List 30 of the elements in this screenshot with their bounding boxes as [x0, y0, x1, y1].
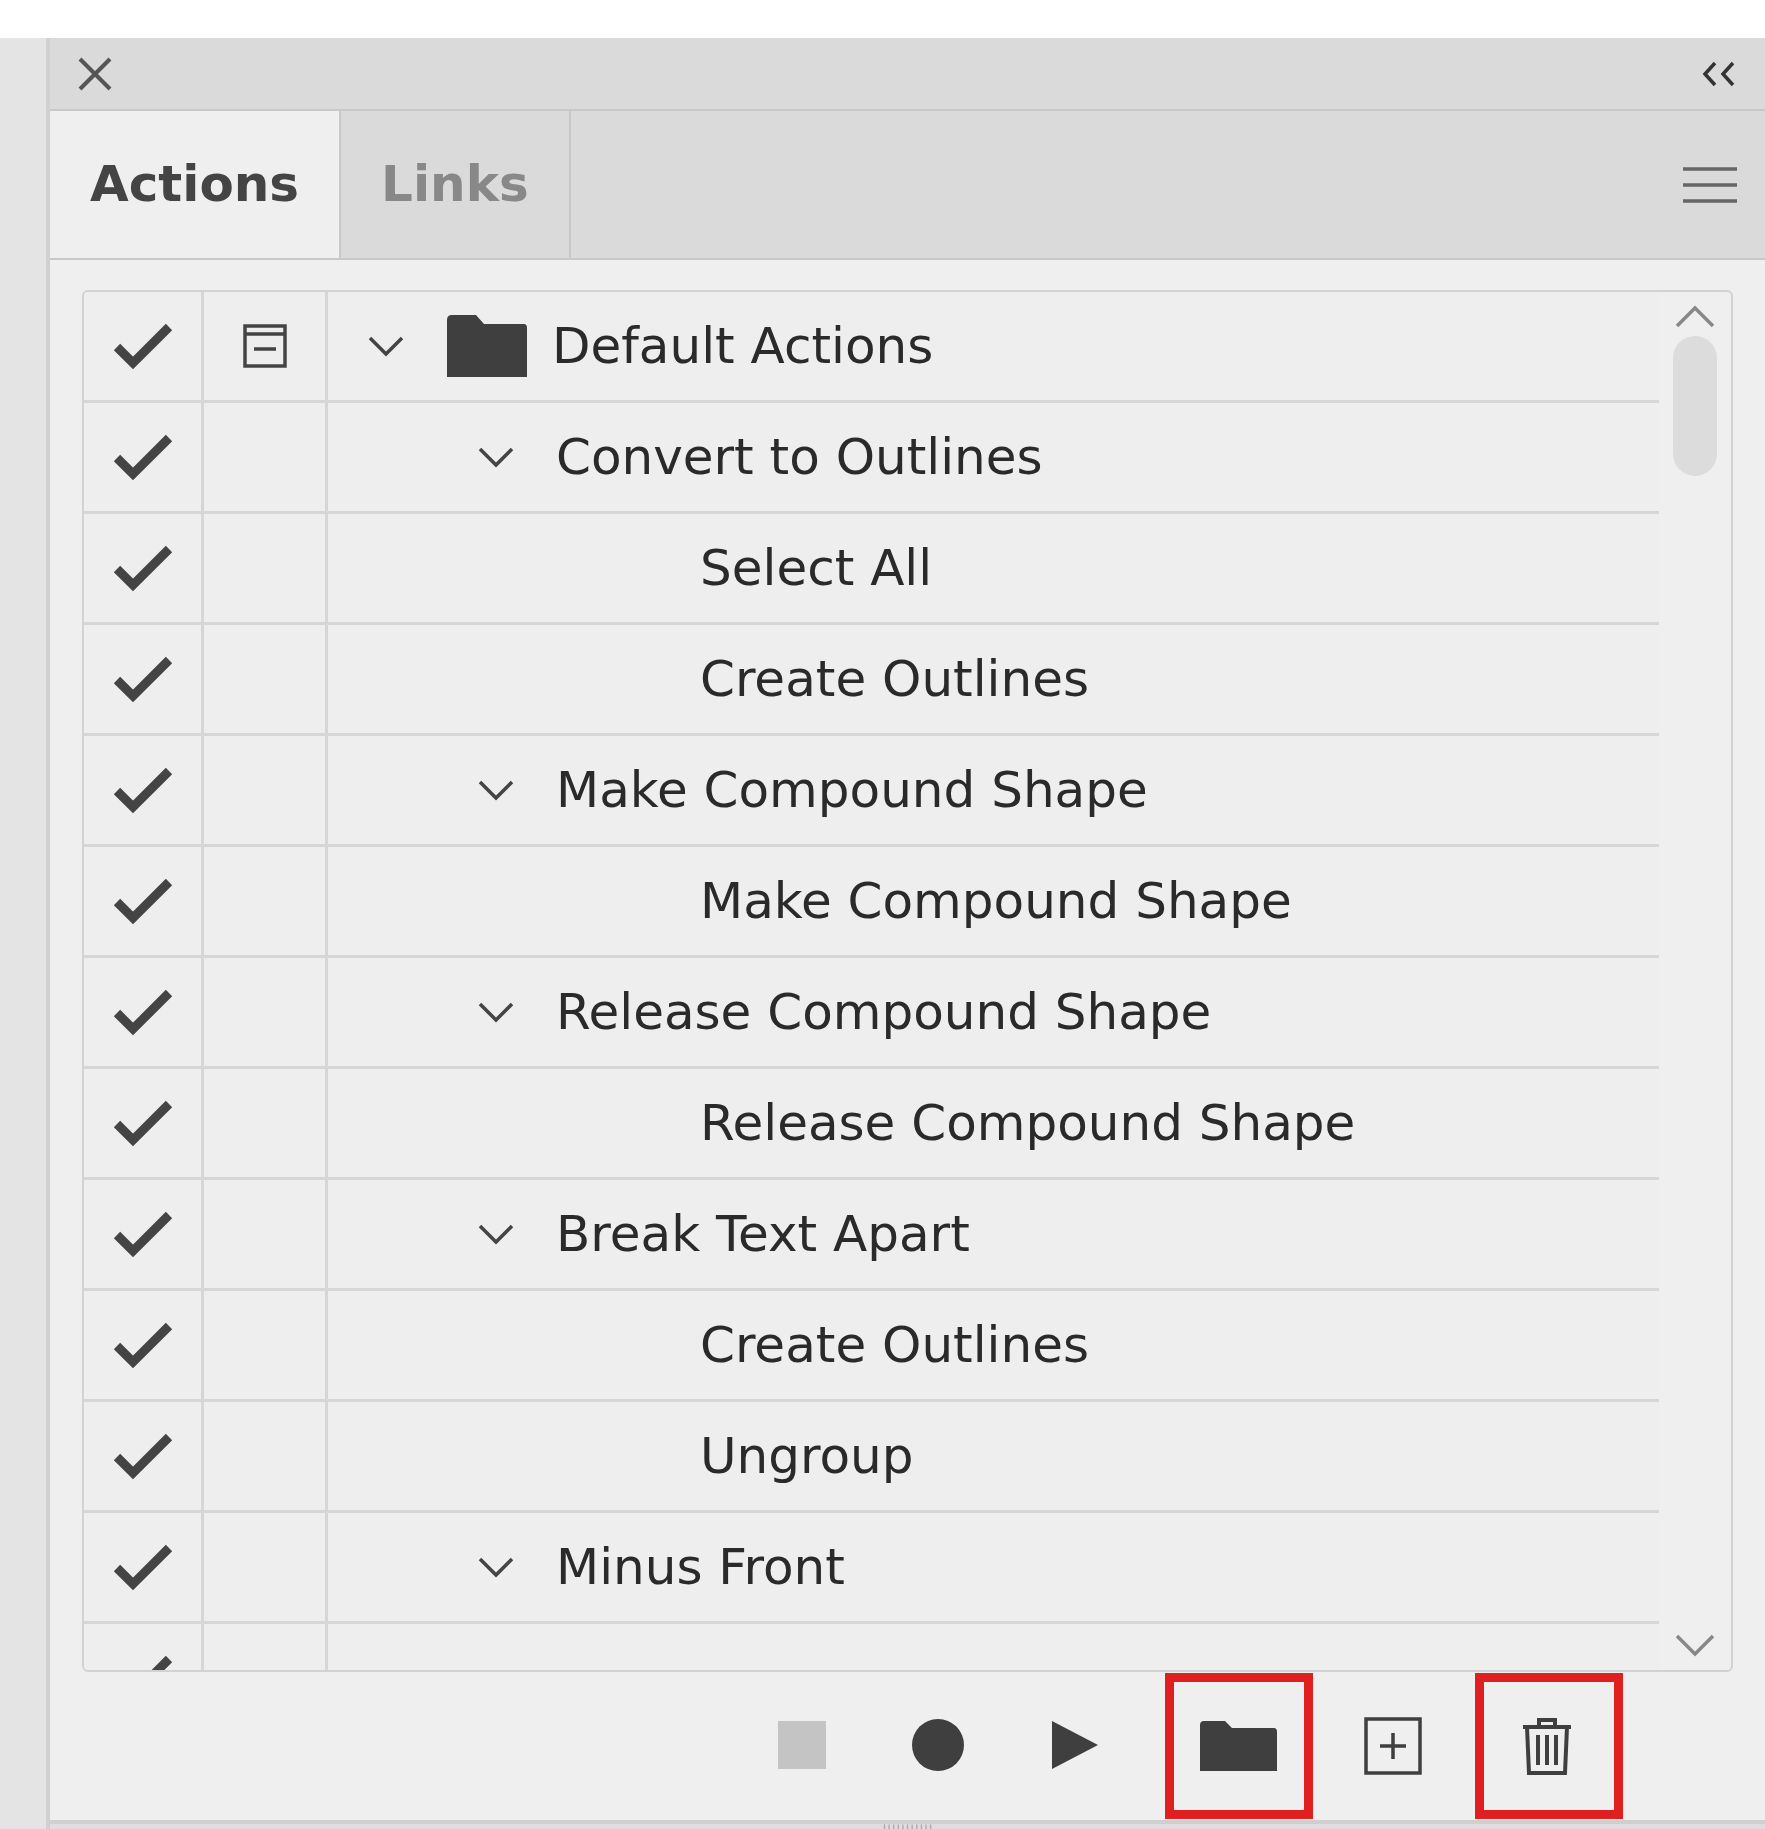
check-icon[interactable] [112, 1431, 173, 1481]
toolbar-button[interactable] [1165, 1673, 1313, 1819]
action-label[interactable]: Select All [700, 530, 933, 606]
check-icon[interactable] [112, 876, 173, 926]
action-label[interactable]: Create Outlines [700, 641, 1089, 717]
action-label[interactable]: Default Actions [552, 308, 934, 384]
check-icon[interactable] [112, 987, 173, 1037]
action-label[interactable]: Create Outlines [700, 1307, 1089, 1383]
action-label[interactable]: Ungroup [700, 1418, 914, 1494]
action-label[interactable]: Minus Front [556, 1529, 845, 1605]
check-icon[interactable] [112, 543, 173, 593]
action-label[interactable]: Release Compound Shape [700, 1085, 1356, 1161]
dialog-toggle-icon[interactable] [241, 323, 288, 369]
action-label[interactable]: Release Compound Shape [556, 974, 1212, 1050]
check-icon[interactable] [112, 1320, 173, 1370]
check-icon[interactable] [112, 321, 173, 371]
check-icon[interactable] [112, 1542, 173, 1592]
check-icon[interactable] [112, 1209, 173, 1259]
check-icon[interactable] [112, 765, 173, 815]
menu-icon[interactable] [1681, 164, 1739, 205]
action-label[interactable]: Make Compound Shape [556, 752, 1148, 828]
check-icon[interactable] [112, 1098, 173, 1148]
check-icon[interactable] [112, 432, 173, 482]
folder-icon [446, 314, 528, 378]
panel-tab[interactable]: Actions [50, 111, 342, 258]
action-label[interactable]: Break Text Apart [556, 1196, 970, 1272]
action-label[interactable]: Convert to Outlines [556, 419, 1043, 495]
action-label[interactable]: Make Compound Shape [700, 863, 1292, 939]
check-icon[interactable] [112, 654, 173, 704]
toolbar-button[interactable] [1475, 1673, 1623, 1819]
